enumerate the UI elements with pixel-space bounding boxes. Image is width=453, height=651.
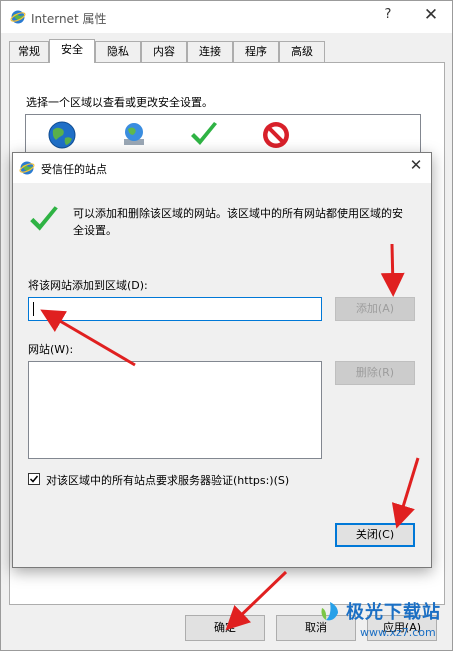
help-button[interactable]: ? [377, 7, 399, 27]
tab-privacy[interactable]: 隐私 [95, 41, 141, 62]
checkbox-check-icon [29, 475, 39, 483]
watermark-url: www.xz7.com [360, 626, 436, 639]
trusted-sites-check-icon[interactable] [188, 119, 220, 151]
https-verification-checkbox[interactable] [28, 473, 40, 485]
local-intranet-icon[interactable] [118, 119, 150, 151]
tab-content[interactable]: 内容 [141, 41, 187, 62]
ok-button[interactable]: 确定 [185, 615, 265, 641]
check-mark-icon [30, 206, 58, 231]
zone-caption: 选择一个区域以查看或更改安全设置。 [26, 96, 213, 109]
close-button[interactable]: 关闭(C) [335, 523, 415, 547]
restricted-sites-icon[interactable] [260, 119, 292, 151]
site-url-input[interactable] [28, 297, 322, 321]
add-button[interactable]: 添加(A) [335, 297, 415, 321]
dialog-description: 可以添加和删除该区域的网站。该区域中的所有网站都使用区域的安全设置。 [73, 207, 403, 237]
internet-zone-globe-icon[interactable] [46, 119, 78, 151]
add-site-label: 将该网站添加到区域(D): [28, 279, 148, 292]
outer-window-title: Internet 属性 [31, 12, 107, 26]
websites-label: 网站(W): [28, 343, 74, 356]
dialog-titlebar: 受信任的站点 ✕ [13, 153, 431, 183]
websites-list[interactable] [28, 361, 322, 459]
tab-connections[interactable]: 连接 [187, 41, 233, 62]
tab-general[interactable]: 常规 [9, 41, 49, 62]
cancel-button[interactable]: 取消 [276, 615, 356, 641]
watermark-brand: 极光下载站 [346, 602, 441, 623]
tab-security[interactable]: 安全 [49, 39, 95, 63]
text-caret [33, 302, 34, 316]
watermark-logo-icon [321, 602, 338, 621]
dialog-close-button[interactable]: ✕ [405, 156, 427, 178]
outer-close-button[interactable]: ✕ [419, 5, 443, 29]
internet-globe-icon [10, 10, 26, 24]
remove-button[interactable]: 删除(R) [335, 361, 415, 385]
https-verification-label: 对该区域中的所有站点要求服务器验证(https:)(S) [46, 474, 290, 487]
outer-titlebar: Internet 属性 ? ✕ [1, 1, 452, 33]
dialog-title: 受信任的站点 [41, 163, 107, 176]
tab-programs[interactable]: 程序 [233, 41, 279, 62]
tab-advanced[interactable]: 高级 [279, 41, 325, 62]
trusted-sites-dialog: 受信任的站点 ✕ 可以添加和删除该区域的网站。该区域中的所有网站都使用区域的安全… [12, 152, 432, 568]
internet-globe-icon [19, 161, 35, 175]
